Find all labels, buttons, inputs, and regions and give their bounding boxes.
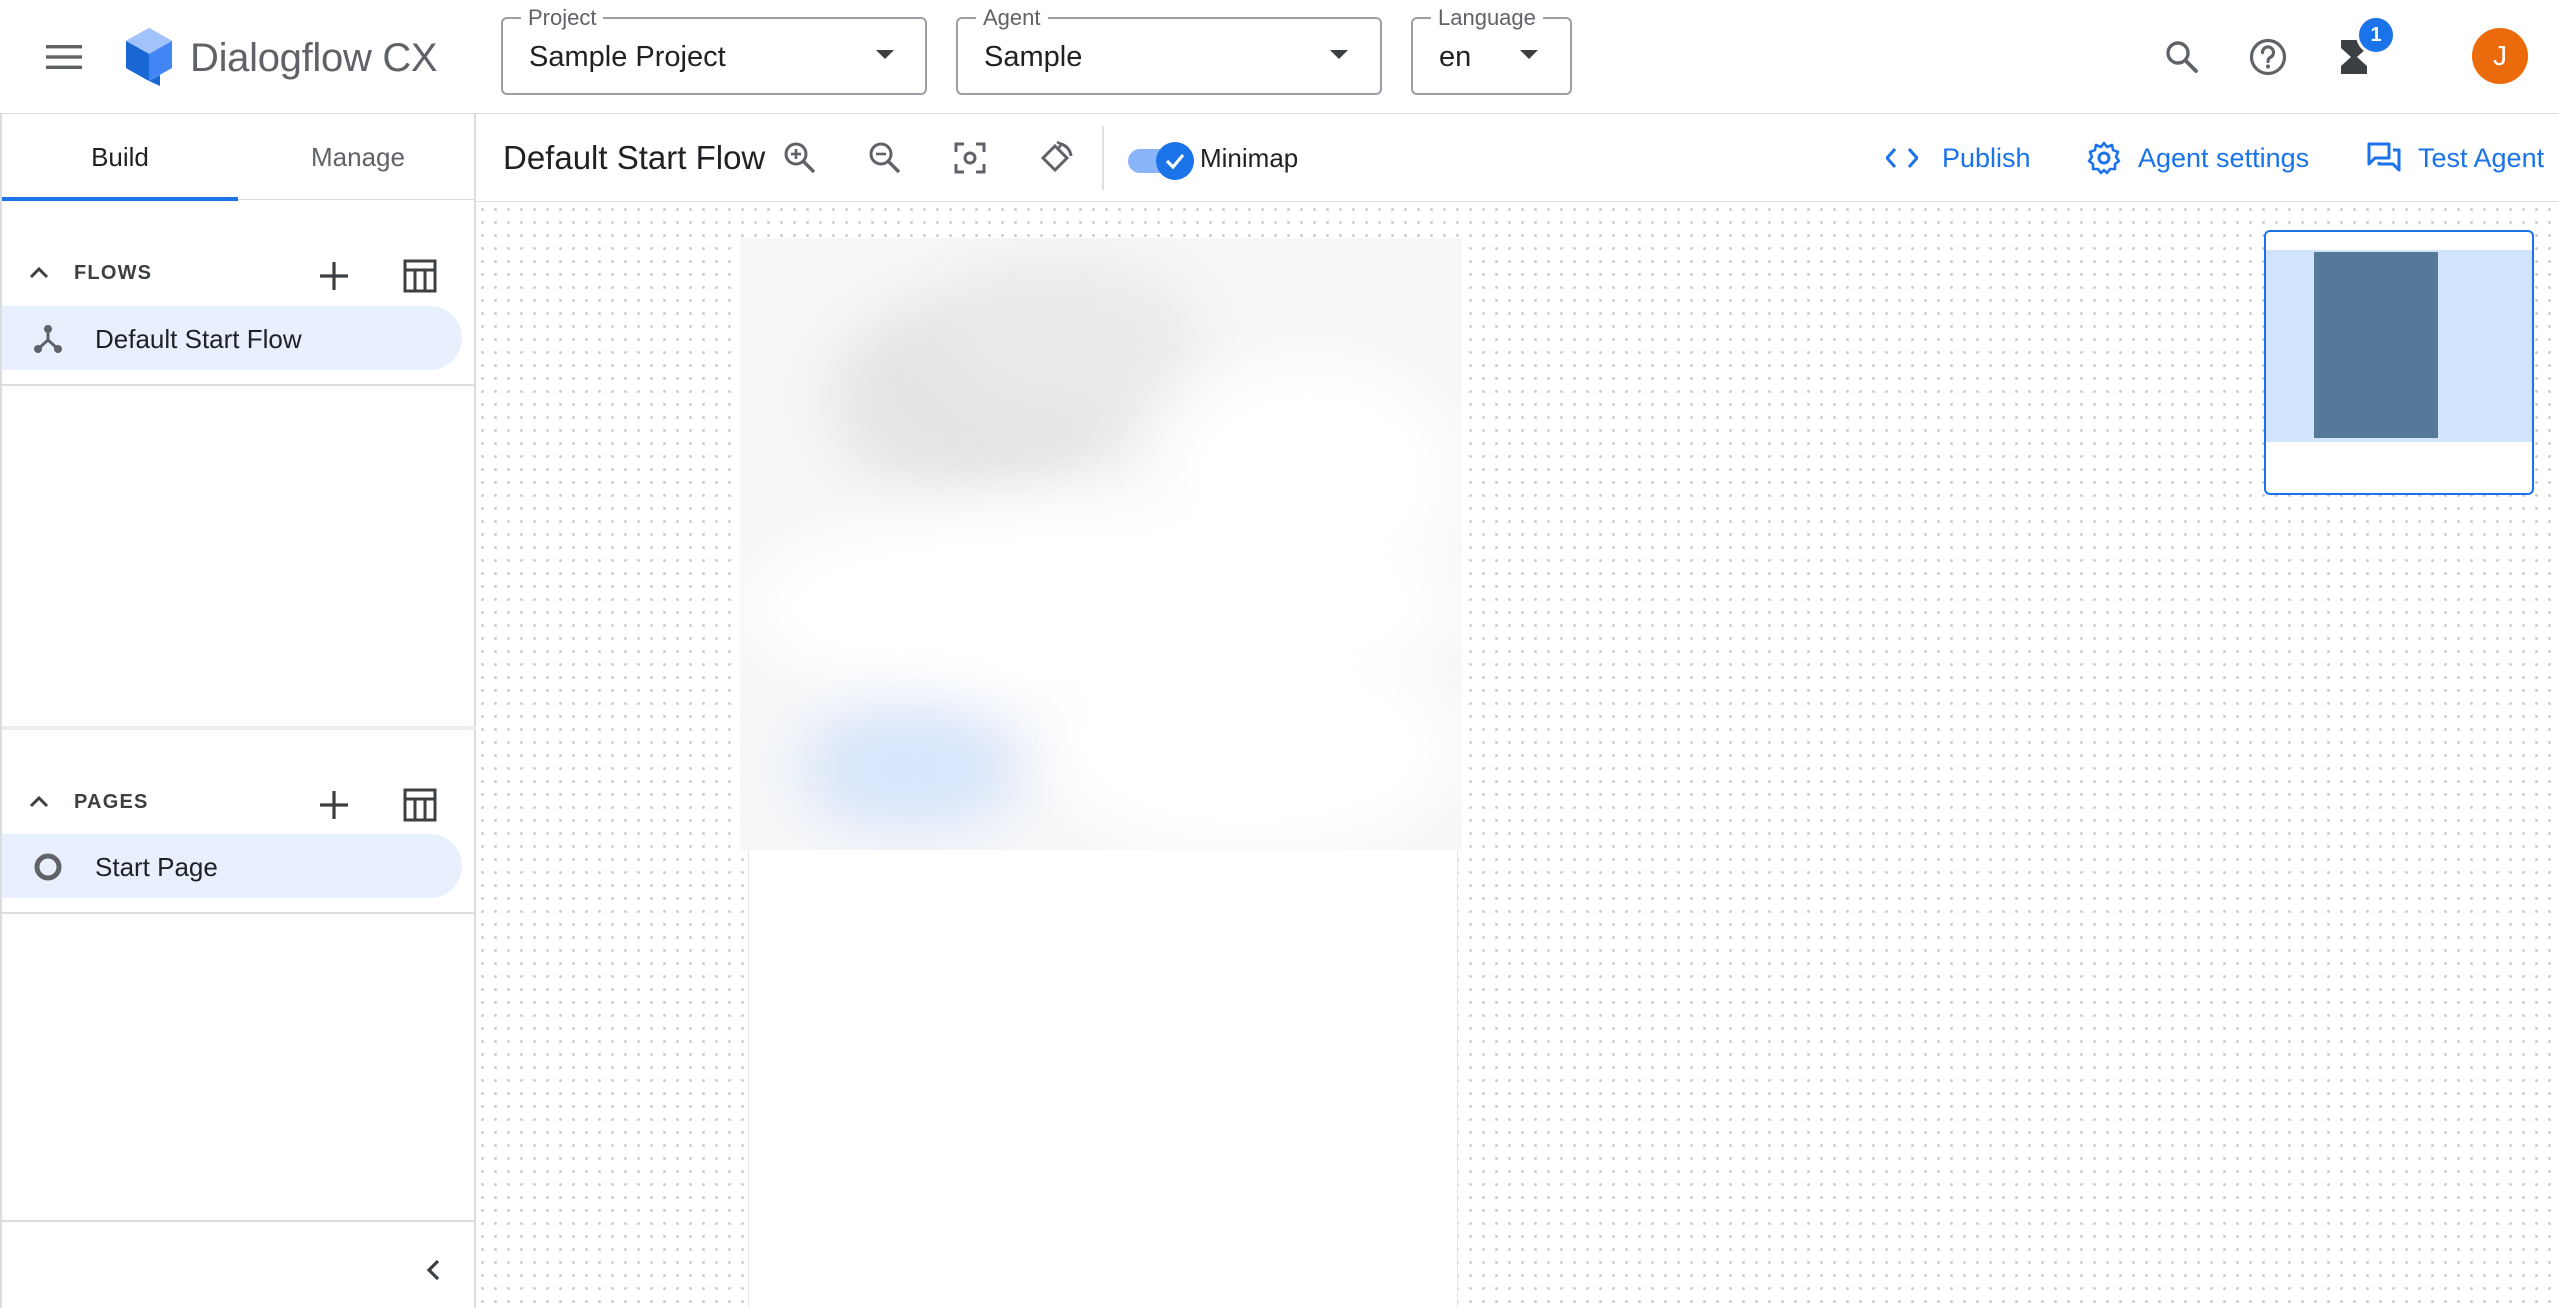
app-name: Dialogflow CX: [190, 36, 438, 80]
language-select-value: en: [1439, 41, 1472, 73]
blur-region: [1040, 638, 1460, 850]
flows-section-header: FLOWS: [2, 230, 476, 316]
collapse-sidebar-chevron-left-icon[interactable]: [414, 1250, 454, 1290]
divider: [1102, 126, 1104, 190]
canvas-toolbar: Default Start Flow Minimap Publish Agent…: [476, 114, 2559, 202]
minimap-toggle[interactable]: [1128, 142, 1194, 180]
publish-button[interactable]: Publish: [1882, 134, 2031, 182]
avatar[interactable]: J: [2472, 28, 2528, 84]
chevron-up-icon[interactable]: [26, 260, 52, 286]
zoom-in-icon[interactable]: [776, 134, 824, 182]
pages-table-icon[interactable]: [396, 781, 444, 829]
search-icon[interactable]: [2154, 29, 2210, 85]
zoom-out-icon[interactable]: [861, 134, 909, 182]
flows-table-icon[interactable]: [396, 252, 444, 300]
flow-canvas[interactable]: [476, 203, 2559, 1308]
sidebar-item-start-page[interactable]: Start Page: [2, 834, 462, 898]
agent-select-value: Sample: [984, 41, 1083, 73]
flow-title: Default Start Flow: [503, 139, 766, 176]
sidebar-item-default-start-flow[interactable]: Default Start Flow: [2, 306, 462, 370]
flows-section-title: FLOWS: [74, 262, 153, 284]
language-select-label: Language: [1431, 6, 1543, 30]
code-icon: [1882, 138, 1922, 178]
publish-label: Publish: [1942, 142, 2031, 173]
blur-region: [940, 258, 1200, 418]
language-select[interactable]: Language en: [1411, 6, 1572, 95]
divider: [2, 1220, 476, 1222]
test-agent-button[interactable]: Test Agent: [2364, 134, 2544, 182]
agent-select-label: Agent: [976, 6, 1048, 30]
minimap[interactable]: [2264, 230, 2534, 495]
blur-region: [800, 708, 1020, 828]
menu-icon[interactable]: [36, 32, 92, 82]
divider: [2, 912, 476, 914]
help-icon[interactable]: [2240, 29, 2296, 85]
notification-badge[interactable]: 1: [2356, 15, 2396, 55]
sidebar: Build Manage FLOWS Default Start Flow PA…: [0, 114, 476, 1308]
reset-rotate-icon[interactable]: [1031, 134, 1079, 182]
agent-settings-button[interactable]: Agent settings: [2084, 134, 2309, 182]
agent-select[interactable]: Agent Sample: [956, 6, 1382, 95]
divider: [2, 384, 476, 386]
gear-icon: [2084, 138, 2124, 178]
circle-icon: [32, 851, 64, 883]
top-app-bar: Dialogflow CX Project Sample Project Age…: [0, 0, 2559, 114]
section-resize-handle[interactable]: [2, 726, 476, 730]
sidebar-item-label: Start Page: [95, 852, 218, 882]
chevron-up-icon[interactable]: [26, 789, 52, 815]
pages-section-title: PAGES: [74, 791, 149, 813]
pages-section-header: PAGES: [2, 759, 476, 845]
minimap-label: Minimap: [1200, 143, 1299, 173]
project-select-value: Sample Project: [529, 41, 726, 73]
caret-down-icon: [1520, 50, 1538, 59]
add-flow-plus-icon[interactable]: [310, 252, 358, 300]
sidebar-tabs: Build Manage: [2, 114, 476, 201]
test-agent-label: Test Agent: [2418, 142, 2545, 173]
add-page-plus-icon[interactable]: [310, 781, 358, 829]
tab-build[interactable]: Build: [2, 114, 238, 201]
dialogflow-logo-icon: [124, 28, 174, 86]
agent-settings-label: Agent settings: [2138, 142, 2310, 173]
fit-to-screen-icon[interactable]: [946, 134, 994, 182]
minimap-node: [2314, 252, 2438, 438]
project-select[interactable]: Project Sample Project: [501, 6, 927, 95]
caret-down-icon: [876, 50, 894, 59]
chat-bubbles-icon: [2364, 138, 2404, 178]
caret-down-icon: [1330, 50, 1348, 59]
flow-node-blurred[interactable]: [740, 238, 1462, 850]
tab-manage[interactable]: Manage: [240, 114, 476, 200]
flow-node-body: [748, 850, 1458, 1308]
flow-icon: [32, 323, 64, 355]
project-select-label: Project: [521, 6, 604, 30]
sidebar-item-label: Default Start Flow: [95, 324, 302, 354]
check-icon: [1156, 142, 1194, 180]
